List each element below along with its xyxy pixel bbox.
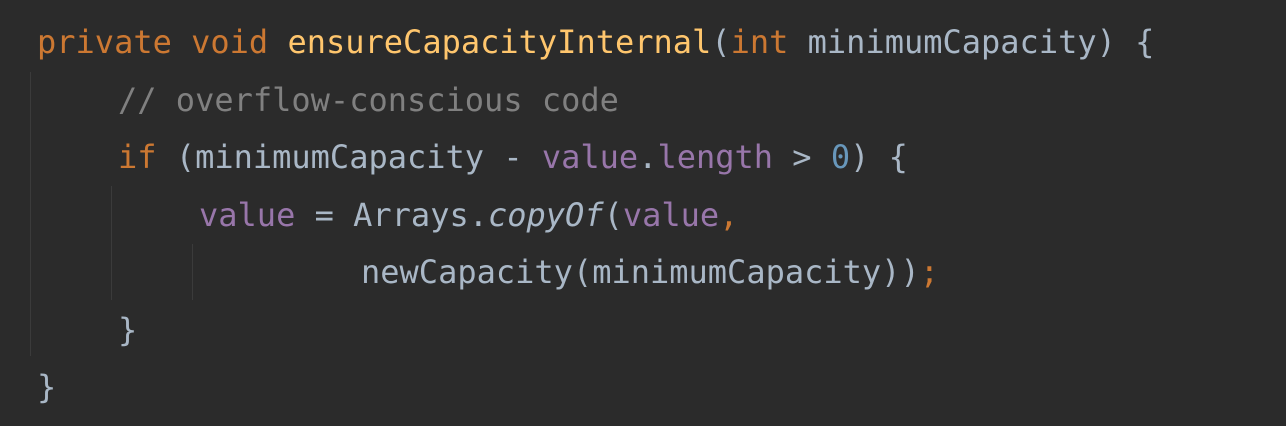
code-line[interactable]: // overflow-conscious code bbox=[118, 71, 619, 129]
code-line[interactable]: } bbox=[118, 301, 137, 359]
code-token: , bbox=[719, 195, 739, 234]
code-token: = Arrays. bbox=[295, 195, 488, 234]
indent-guide-if bbox=[111, 186, 112, 300]
code-line[interactable]: newCapacity(minimumCapacity)); bbox=[361, 243, 939, 301]
code-token: ; bbox=[919, 253, 939, 291]
code-token: length bbox=[657, 138, 774, 176]
code-token: (minimumCapacity - bbox=[156, 138, 542, 176]
code-token: value bbox=[541, 138, 639, 176]
code-token: minimumCapacity) { bbox=[788, 23, 1155, 61]
code-token: ) { bbox=[850, 138, 908, 176]
code-line[interactable]: if (minimumCapacity - value.length > 0) … bbox=[118, 128, 908, 186]
code-token: if bbox=[118, 138, 157, 176]
code-token: copyOf bbox=[487, 195, 604, 234]
code-token: ( bbox=[711, 23, 731, 61]
code-token: ( bbox=[603, 195, 623, 234]
code-line[interactable]: value = Arrays.copyOf(value, bbox=[199, 186, 738, 244]
code-token: value bbox=[199, 195, 296, 234]
indent-guide-method bbox=[30, 72, 31, 356]
code-token: int bbox=[730, 23, 789, 61]
code-token: value bbox=[622, 195, 720, 234]
code-token: newCapacity(minimumCapacity)) bbox=[361, 253, 920, 291]
code-token: > bbox=[773, 138, 831, 176]
indent-guide-continuation bbox=[192, 244, 193, 300]
code-token: void bbox=[191, 23, 269, 61]
code-token: } bbox=[118, 310, 138, 349]
code-token: 0 bbox=[830, 138, 851, 176]
code-token: private bbox=[37, 23, 172, 61]
code-token: // overflow-conscious code bbox=[118, 80, 619, 119]
code-line[interactable]: private void ensureCapacityInternal(int … bbox=[37, 13, 1154, 71]
code-token: . bbox=[638, 138, 658, 176]
code-token: } bbox=[37, 368, 57, 406]
code-token: ensureCapacityInternal bbox=[287, 23, 712, 61]
code-line[interactable]: } bbox=[37, 358, 56, 416]
code-editor[interactable]: private void ensureCapacityInternal(int … bbox=[0, 0, 1286, 426]
